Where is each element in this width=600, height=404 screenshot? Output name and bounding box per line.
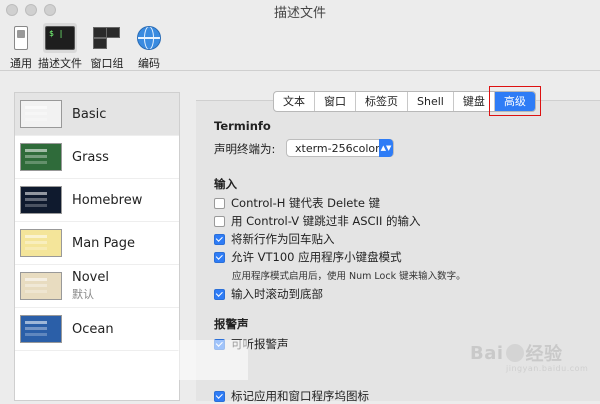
- profile-item-man-page[interactable]: Man Page: [15, 222, 179, 265]
- profile-name: Man Page: [72, 235, 136, 251]
- profile-thumbnail: [20, 315, 62, 343]
- tab-window[interactable]: 窗口: [315, 92, 356, 111]
- toolbar-general[interactable]: 通用: [4, 23, 38, 71]
- paw-icon: [505, 344, 524, 362]
- profile-name: Basic: [72, 106, 107, 122]
- toolbar-profiles[interactable]: 描述文件: [38, 23, 82, 71]
- watermark-sub: jingyan.baidu.com: [506, 364, 589, 373]
- profile-thumbnail: [20, 272, 62, 300]
- profile-item-grass[interactable]: Grass: [15, 136, 179, 179]
- profile-list: Basic Grass Homebrew Man Page Novel 默认 O…: [14, 92, 180, 401]
- toolbar-encodings[interactable]: 编码: [132, 23, 166, 71]
- toolbar-general-label: 通用: [10, 57, 32, 70]
- option-control-v[interactable]: 用 Control-V 键跳过非 ASCII 的输入: [214, 213, 421, 229]
- globe-icon: [137, 26, 161, 50]
- profile-thumbnail: [20, 100, 62, 128]
- input-heading: 输入: [214, 177, 237, 191]
- checkbox-badge-dock-icon[interactable]: [214, 390, 225, 402]
- profile-item-basic[interactable]: Basic: [15, 93, 179, 136]
- terminal-type-select[interactable]: xterm-256color ▲▼: [286, 139, 394, 157]
- close-window-button[interactable]: [6, 4, 18, 16]
- switch-icon: [14, 26, 28, 50]
- window-group-icon: [92, 26, 122, 50]
- option-scroll-on-input-label: 输入时滚动到底部: [231, 287, 323, 301]
- profile-name: Novel: [72, 270, 109, 285]
- toolbar-encodings-label: 编码: [138, 57, 160, 70]
- profile-thumbnail: [20, 229, 62, 257]
- declare-terminal-text: 声明终端为:: [214, 142, 276, 156]
- checkbox-scroll-on-input[interactable]: [214, 288, 225, 300]
- profile-item-novel[interactable]: Novel 默认: [15, 265, 179, 308]
- zoom-window-button[interactable]: [44, 4, 56, 16]
- tab-tabs[interactable]: 标签页: [356, 92, 408, 111]
- profile-item-homebrew[interactable]: Homebrew: [15, 179, 179, 222]
- terminfo-heading: Terminfo: [214, 119, 271, 133]
- profile-thumbnail: [20, 186, 62, 214]
- keypad-mode-note: 应用程序模式启用后，使用 Num Lock 键来输入数字。: [232, 271, 466, 282]
- window-controls: [6, 4, 56, 16]
- option-vt100-keypad[interactable]: 允许 VT100 应用程序小键盘模式: [214, 249, 402, 265]
- option-paste-newline[interactable]: 将新行作为回车贴入: [214, 231, 335, 247]
- preferences-toolbar: 通用 描述文件 窗口组 编码: [0, 20, 600, 71]
- option-vt100-keypad-label: 允许 VT100 应用程序小键盘模式: [231, 250, 402, 264]
- profile-name: Homebrew: [72, 192, 143, 208]
- toolbar-window-groups-label: 窗口组: [90, 57, 124, 70]
- option-control-h[interactable]: Control-H 键代表 Delete 键: [214, 195, 380, 211]
- watermark-text-b: 经验: [525, 344, 563, 365]
- annotation-highlight-box: [489, 86, 541, 116]
- chevron-updown-icon: ▲▼: [379, 139, 393, 157]
- baidu-watermark: Bai 经验 jingyan.baidu.com: [470, 340, 588, 374]
- toolbar-profiles-label: 描述文件: [38, 57, 82, 70]
- checkbox-vt100-keypad[interactable]: [214, 251, 225, 263]
- option-control-h-label: Control-H 键代表 Delete 键: [231, 196, 381, 210]
- option-paste-newline-label: 将新行作为回车贴入: [231, 232, 335, 246]
- terminal-icon: [45, 26, 75, 50]
- option-badge-dock-icon-label: 标记应用和窗口程序坞图标: [231, 389, 369, 403]
- minimize-window-button[interactable]: [25, 4, 37, 16]
- option-badge-dock-icon[interactable]: 标记应用和窗口程序坞图标: [214, 388, 369, 404]
- profile-name: Grass: [72, 149, 109, 165]
- option-scroll-on-input[interactable]: 输入时滚动到底部: [214, 286, 323, 302]
- checkbox-paste-newline[interactable]: [214, 233, 225, 245]
- profile-item-ocean[interactable]: Ocean: [15, 308, 179, 351]
- declare-terminal-label: 声明终端为:: [214, 141, 275, 157]
- default-profile-label: 默认: [72, 288, 94, 301]
- alert-heading: 报警声: [214, 317, 249, 331]
- window-title-bar: 描述文件: [0, 0, 600, 22]
- tab-text[interactable]: 文本: [274, 92, 315, 111]
- image-blur-overlay: [178, 340, 248, 380]
- checkbox-control-h[interactable]: [214, 197, 225, 209]
- profile-thumbnail: [20, 143, 62, 171]
- window-title: 描述文件: [273, 5, 326, 21]
- profile-name: Ocean: [72, 321, 114, 337]
- option-control-v-label: 用 Control-V 键跳过非 ASCII 的输入: [231, 214, 421, 228]
- toolbar-window-groups[interactable]: 窗口组: [90, 23, 124, 71]
- tab-shell[interactable]: Shell: [408, 92, 454, 111]
- checkbox-control-v[interactable]: [214, 215, 225, 227]
- watermark-text-a: Bai: [470, 342, 504, 364]
- terminal-type-value: xterm-256color: [295, 141, 380, 155]
